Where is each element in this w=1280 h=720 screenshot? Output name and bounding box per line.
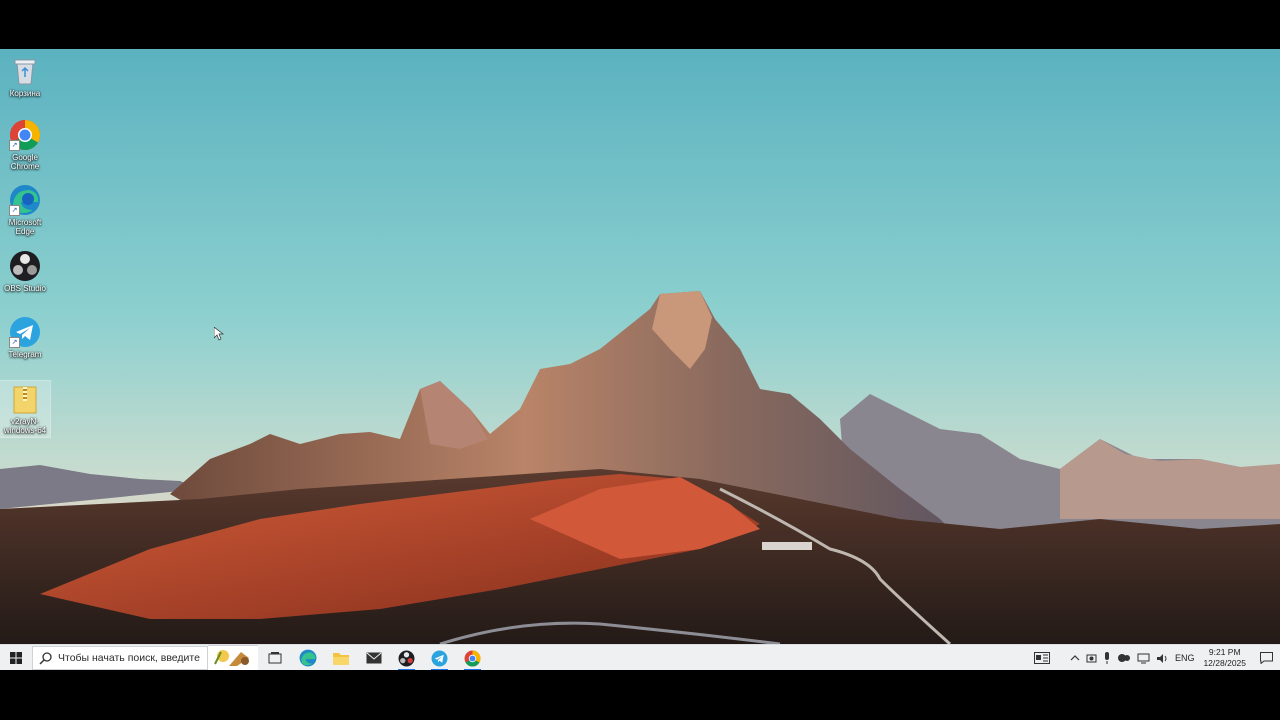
recording-icon — [1117, 654, 1130, 662]
taskbar-app-telegram[interactable] — [423, 645, 456, 671]
clock-date: 12/28/2025 — [1203, 658, 1246, 668]
mail-icon — [366, 652, 381, 664]
letterbox-top — [0, 0, 1280, 49]
telegram-icon: ↗ — [9, 316, 41, 348]
desktop-icon-label: Microsoft Edge — [8, 218, 42, 236]
desktop-icon-v2rayn[interactable]: v2rayN-windows-64 — [0, 380, 51, 438]
desktop-icon-telegram[interactable]: ↗ Telegram — [0, 316, 50, 359]
system-tray: ENG 9:21 PM 12/28/2025 — [1031, 645, 1280, 671]
start-button[interactable] — [0, 645, 32, 671]
news-widget-button[interactable] — [1031, 645, 1053, 671]
desktop-icon-recycle-bin[interactable]: Корзина — [0, 55, 50, 98]
chrome-icon — [464, 650, 481, 666]
search-placeholder: Чтобы начать поиск, введите — [58, 652, 200, 664]
search-highlight-button[interactable] — [208, 645, 258, 671]
telegram-icon — [431, 650, 448, 666]
folder-zip-icon — [9, 383, 41, 415]
desktop-icon-edge[interactable]: ↗ Microsoft Edge — [0, 184, 50, 236]
news-icon — [1033, 652, 1050, 664]
mouse-cursor-icon — [214, 327, 224, 341]
camera-icon — [1086, 654, 1097, 662]
taskbar-app-file-explorer[interactable] — [324, 645, 357, 671]
tray-camera-button[interactable] — [1083, 645, 1100, 671]
taskbar-search-box[interactable]: Чтобы начать поиск, введите — [32, 646, 208, 670]
language-indicator[interactable]: ENG — [1172, 645, 1198, 671]
taskbar-clock[interactable]: 9:21 PM 12/28/2025 — [1197, 647, 1252, 669]
search-highlight-icon — [214, 650, 249, 666]
taskbar: Чтобы начать поиск, введите ENG 9:21 PM … — [0, 644, 1280, 671]
desktop-icon-label: Telegram — [8, 350, 42, 359]
notification-center-button[interactable] — [1252, 645, 1280, 671]
desktop-icon-chrome[interactable]: ↗ Google Chrome — [0, 119, 50, 171]
volume-icon — [1156, 653, 1167, 663]
obs-icon — [9, 250, 41, 282]
tray-recording-button[interactable] — [1114, 645, 1134, 671]
microphone-icon — [1104, 652, 1109, 664]
chrome-icon: ↗ — [9, 119, 41, 151]
shortcut-arrow-icon: ↗ — [9, 140, 20, 151]
taskbar-app-chrome[interactable] — [456, 645, 489, 671]
desktop-icon-obs[interactable]: OBS Studio — [0, 250, 50, 293]
edge-icon: ↗ — [9, 184, 41, 216]
taskbar-app-edge[interactable] — [291, 645, 324, 671]
task-view-icon — [268, 652, 281, 664]
windows-logo-icon — [10, 652, 22, 664]
shortcut-arrow-icon: ↗ — [9, 205, 20, 216]
shortcut-arrow-icon: ↗ — [9, 337, 20, 348]
desktop-icon-label: Google Chrome — [10, 153, 40, 171]
letterbox-bottom — [0, 670, 1280, 720]
file-explorer-icon — [332, 653, 349, 665]
show-hidden-icons-button[interactable] — [1067, 645, 1083, 671]
search-icon — [39, 652, 52, 665]
obs-icon — [398, 650, 415, 666]
chevron-up-icon — [1070, 655, 1080, 661]
desktop-icon-label: Корзина — [9, 89, 41, 98]
desktop-icon-label: OBS Studio — [4, 284, 46, 293]
task-view-button[interactable] — [258, 645, 291, 671]
edge-icon — [299, 649, 316, 667]
tray-network-button[interactable] — [1134, 645, 1153, 671]
network-icon — [1137, 653, 1150, 663]
taskbar-app-obs[interactable] — [390, 645, 423, 671]
clock-time: 9:21 PM — [1208, 647, 1241, 657]
tray-microphone-button[interactable] — [1100, 645, 1114, 671]
wallpaper-mountains — [0, 49, 1280, 644]
desktop[interactable]: Корзина ↗ Google Chrome ↗ Microsoft Edge… — [0, 49, 1280, 644]
tray-volume-button[interactable] — [1153, 645, 1172, 671]
desktop-icon-label: v2rayN-windows-64 — [3, 417, 47, 435]
taskbar-app-mail[interactable] — [357, 645, 390, 671]
recycle-bin-icon — [9, 55, 41, 87]
notification-icon — [1259, 652, 1273, 664]
